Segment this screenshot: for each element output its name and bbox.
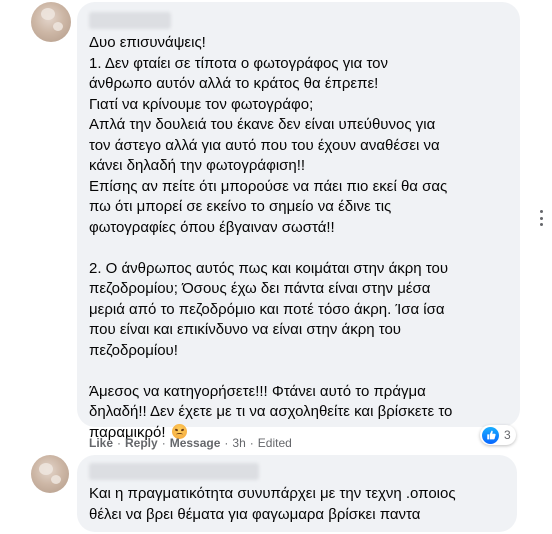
- commenter-name-redacted[interactable]: [89, 463, 259, 480]
- like-icon: [482, 426, 499, 444]
- comment-text: Και η πραγματικότητα συνυπάρχει με την τ…: [89, 485, 456, 523]
- reaction-count: 3: [504, 428, 511, 442]
- message-button[interactable]: Message: [170, 435, 221, 451]
- separator: ·: [224, 436, 229, 450]
- commenter-avatar[interactable]: [31, 455, 69, 493]
- comment-text: Δυο επισυνάψεις! 1. Δεν φταίει σε τίποτα…: [89, 34, 453, 441]
- commenter-avatar[interactable]: [31, 2, 71, 42]
- edited-label[interactable]: Edited: [258, 435, 292, 451]
- reply-button[interactable]: Reply: [125, 435, 158, 451]
- separator: ·: [249, 436, 254, 450]
- comment-bubble: Και η πραγματικότητα συνυπάρχει με την τ…: [77, 455, 517, 532]
- comment-bubble: Δυο επισυνάψεις! 1. Δεν φταίει σε τίποτα…: [77, 2, 520, 441]
- like-button[interactable]: Like: [89, 435, 113, 451]
- comment-actions: Like · Reply · Message · 3h · Edited: [89, 435, 292, 451]
- commenter-name-redacted[interactable]: [89, 12, 171, 29]
- reactions-summary[interactable]: 3: [480, 425, 516, 445]
- comment-timestamp[interactable]: 3h: [232, 435, 245, 451]
- more-options-icon[interactable]: [533, 210, 549, 226]
- separator: ·: [161, 436, 166, 450]
- separator: ·: [117, 436, 122, 450]
